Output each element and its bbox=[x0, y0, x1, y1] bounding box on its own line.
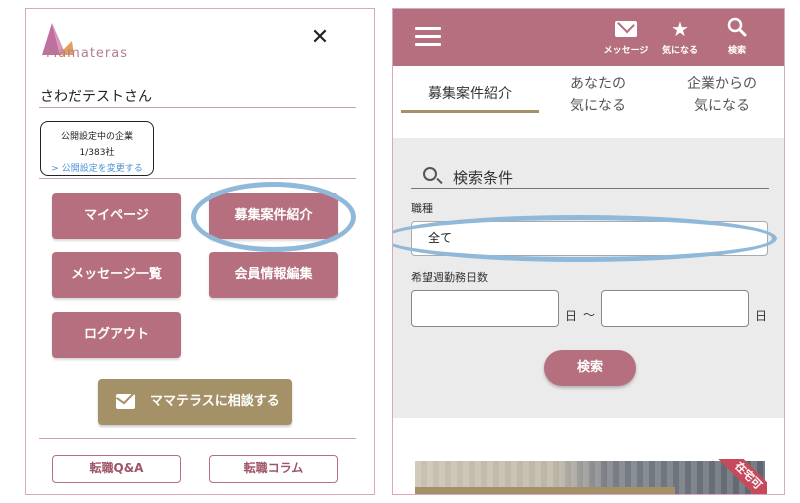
active-tab-indicator bbox=[401, 110, 539, 113]
remote-ok-badge: 在宅可 bbox=[711, 459, 767, 494]
public-status-title: 公開設定中の企業 bbox=[60, 132, 133, 142]
remote-ok-badge-label: 在宅可 bbox=[711, 459, 767, 494]
mail-icon bbox=[116, 394, 135, 409]
logout-button[interactable]: ログアウト bbox=[52, 312, 181, 358]
day-unit-min: 日 bbox=[565, 309, 578, 323]
divider bbox=[39, 438, 356, 439]
search-submit-button[interactable]: 検索 bbox=[544, 350, 636, 386]
logo-wordmark: Mamateras bbox=[46, 46, 128, 61]
search-screen-panel: メッセージ ★ 気になる 検索 募集案件紹介 あなたの 気になる 企業からの 気… bbox=[392, 8, 785, 495]
user-name: さわだテストさん bbox=[40, 89, 152, 105]
highlight-oval bbox=[191, 182, 356, 252]
tab-your-favorites[interactable]: あなたの 気になる bbox=[539, 66, 657, 138]
job-card-bar bbox=[415, 487, 675, 494]
change-public-settings-link[interactable]: > 公開設定を変更する bbox=[41, 161, 153, 174]
hamburger-menu-icon[interactable] bbox=[415, 27, 441, 47]
workdays-label: 希望週勤務日数 bbox=[411, 271, 488, 284]
member-info-button[interactable]: 会員情報編集 bbox=[209, 252, 338, 298]
search-nav-item[interactable]: 検索 bbox=[719, 17, 755, 56]
close-icon[interactable]: ✕ bbox=[308, 26, 332, 50]
logo-text: Mamateras bbox=[46, 46, 128, 61]
tab-bar: 募集案件紹介 あなたの 気になる 企業からの 気になる bbox=[393, 66, 784, 138]
search-nav-label: 検索 bbox=[727, 46, 746, 56]
star-icon: ★ bbox=[671, 17, 689, 41]
messages-nav-label: メッセージ bbox=[603, 46, 649, 56]
mamateras-logo bbox=[42, 23, 74, 55]
mypage-button[interactable]: マイページ bbox=[52, 193, 181, 239]
search-icon bbox=[423, 167, 437, 181]
search-icon bbox=[719, 17, 755, 41]
workdays-min-input[interactable] bbox=[411, 290, 559, 327]
favorites-nav-item[interactable]: ★ 気になる bbox=[658, 17, 702, 56]
tab-job-listings[interactable]: 募集案件紹介 bbox=[401, 66, 539, 138]
highlight-oval bbox=[393, 215, 777, 262]
public-status-box: 公開設定中の企業 1/383社 > 公開設定を変更する bbox=[40, 121, 154, 176]
day-unit-max: 日 bbox=[755, 309, 768, 323]
consult-label: ママテラスに相談する bbox=[150, 394, 280, 409]
messages-list-button[interactable]: メッセージ一覧 bbox=[52, 252, 181, 298]
search-conditions-title: 検索条件 bbox=[453, 169, 514, 187]
tab-company-favorites[interactable]: 企業からの 気になる bbox=[663, 66, 781, 138]
search-conditions-header: 検索条件 bbox=[411, 167, 769, 189]
top-app-bar: メッセージ ★ 気になる 検索 bbox=[393, 9, 784, 66]
side-menu-panel: Mamateras ✕ さわだテストさん 公開設定中の企業 1/383社 > 公… bbox=[25, 8, 375, 495]
divider bbox=[39, 178, 356, 179]
consult-button[interactable]: ママテラスに相談する bbox=[98, 379, 292, 425]
divider bbox=[39, 107, 356, 108]
career-column-link[interactable]: 転職コラム bbox=[209, 455, 338, 483]
range-separator: 〜 bbox=[583, 308, 596, 322]
career-qa-link[interactable]: 転職Q&A bbox=[52, 455, 181, 483]
messages-nav-item[interactable]: メッセージ bbox=[598, 17, 654, 56]
envelope-icon bbox=[615, 21, 637, 37]
favorites-nav-label: 気になる bbox=[661, 46, 698, 56]
job-type-label: 職種 bbox=[411, 202, 433, 215]
workdays-max-input[interactable] bbox=[601, 290, 749, 327]
public-status-count: 1/383社 bbox=[79, 148, 115, 158]
